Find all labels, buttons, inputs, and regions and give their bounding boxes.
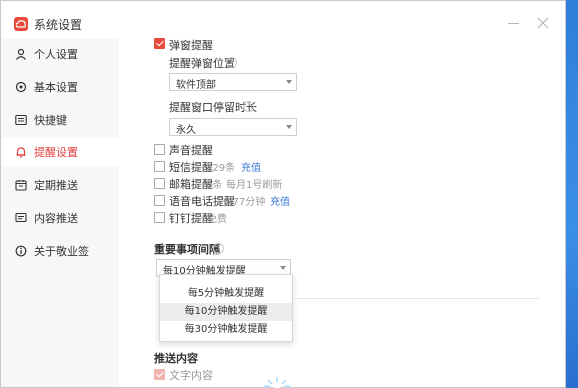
push-content-title: 推送内容 — [154, 352, 198, 365]
popup-position-select[interactable]: 软件顶部 — [169, 73, 297, 91]
voice-minutes: 9.77分钟 — [223, 197, 266, 208]
popup-position-value: 软件顶部 — [176, 80, 216, 91]
settings-window: 系统设置 个人设置 基本设置 快捷键 提醒设置 定期推送 内容推送 关于敬业签 … — [0, 0, 566, 388]
windows-logo-icon — [264, 377, 290, 388]
help-icon[interactable]: ? — [226, 57, 237, 68]
interval-dropdown: 每5分钟触发提醒 每10分钟触发提醒 每30分钟触发提醒 — [159, 274, 293, 342]
help-icon[interactable]: ? — [243, 101, 254, 112]
voice-reminder-checkbox[interactable] — [154, 195, 165, 206]
app-logo-icon — [14, 17, 28, 31]
sidebar-item-label: 关于敬业签 — [34, 245, 89, 258]
popup-duration-value: 永久 — [176, 125, 196, 136]
email-count: 0条 — [206, 180, 223, 191]
sms-recharge-link[interactable]: 充值 — [241, 159, 261, 174]
divider — [297, 298, 539, 299]
window-title: 系统设置 — [34, 18, 83, 32]
sidebar-item-reminder[interactable]: 提醒设置 — [1, 138, 119, 166]
email-refresh-note: 每月1号刷新 — [226, 180, 283, 191]
dingding-free-note: 免费 — [207, 214, 227, 225]
sound-reminder-label: 声音提醒 — [169, 144, 213, 157]
minimize-button[interactable] — [503, 13, 523, 33]
sidebar-item-basic[interactable]: 基本设置 — [1, 73, 119, 101]
important-interval-label: 重要事项间隔 — [154, 243, 220, 256]
dingding-reminder-checkbox[interactable] — [154, 212, 165, 223]
sidebar-item-personal[interactable]: 个人设置 — [1, 40, 119, 68]
interval-option[interactable]: 每10分钟触发提醒 — [160, 303, 292, 321]
sidebar-item-label: 内容推送 — [34, 212, 78, 225]
message-icon — [15, 212, 27, 223]
sidebar-item-about[interactable]: 关于敬业签 — [1, 237, 119, 265]
help-icon[interactable]: ? — [213, 243, 224, 254]
sidebar-item-scheduled[interactable]: 定期推送 — [1, 171, 119, 199]
sidebar-item-shortcut[interactable]: 快捷键 — [1, 106, 119, 134]
sidebar-item-label: 定期推送 — [34, 179, 78, 192]
sidebar: 个人设置 基本设置 快捷键 提醒设置 定期推送 内容推送 关于敬业签 — [1, 39, 119, 387]
keyboard-icon — [15, 114, 27, 126]
sidebar-item-label: 基本设置 — [34, 81, 78, 94]
sms-reminder-checkbox[interactable] — [154, 161, 165, 172]
chevron-down-icon — [286, 80, 292, 84]
text-content-checkbox — [154, 369, 165, 380]
email-reminder-checkbox[interactable] — [154, 178, 165, 189]
sound-reminder-checkbox[interactable] — [154, 144, 165, 155]
chevron-down-icon — [286, 125, 292, 129]
sidebar-item-content-push[interactable]: 内容推送 — [1, 204, 119, 232]
sms-count: 129条 — [206, 163, 236, 174]
close-button[interactable] — [533, 13, 553, 33]
text-content-label: 文字内容 — [169, 369, 213, 382]
bell-icon — [16, 147, 26, 158]
title-bar: 系统设置 — [1, 1, 565, 41]
popup-reminder-checkbox[interactable] — [154, 38, 165, 49]
close-icon — [537, 17, 549, 29]
minimize-icon — [507, 23, 519, 24]
calendar-icon — [15, 180, 27, 191]
chevron-down-icon — [280, 266, 286, 270]
sidebar-item-label: 个人设置 — [34, 48, 78, 61]
sidebar-item-label: 快捷键 — [34, 114, 67, 127]
user-icon — [16, 48, 26, 60]
interval-option[interactable]: 每5分钟触发提醒 — [160, 285, 292, 303]
settings-icon — [15, 81, 27, 93]
voice-recharge-link[interactable]: 充值 — [270, 193, 290, 208]
info-icon — [15, 245, 27, 257]
sidebar-item-label: 提醒设置 — [34, 146, 78, 159]
interval-option[interactable]: 每30分钟触发提醒 — [160, 321, 292, 339]
popup-duration-select[interactable]: 永久 — [169, 118, 297, 136]
popup-reminder-label: 弹窗提醒 — [169, 39, 213, 52]
